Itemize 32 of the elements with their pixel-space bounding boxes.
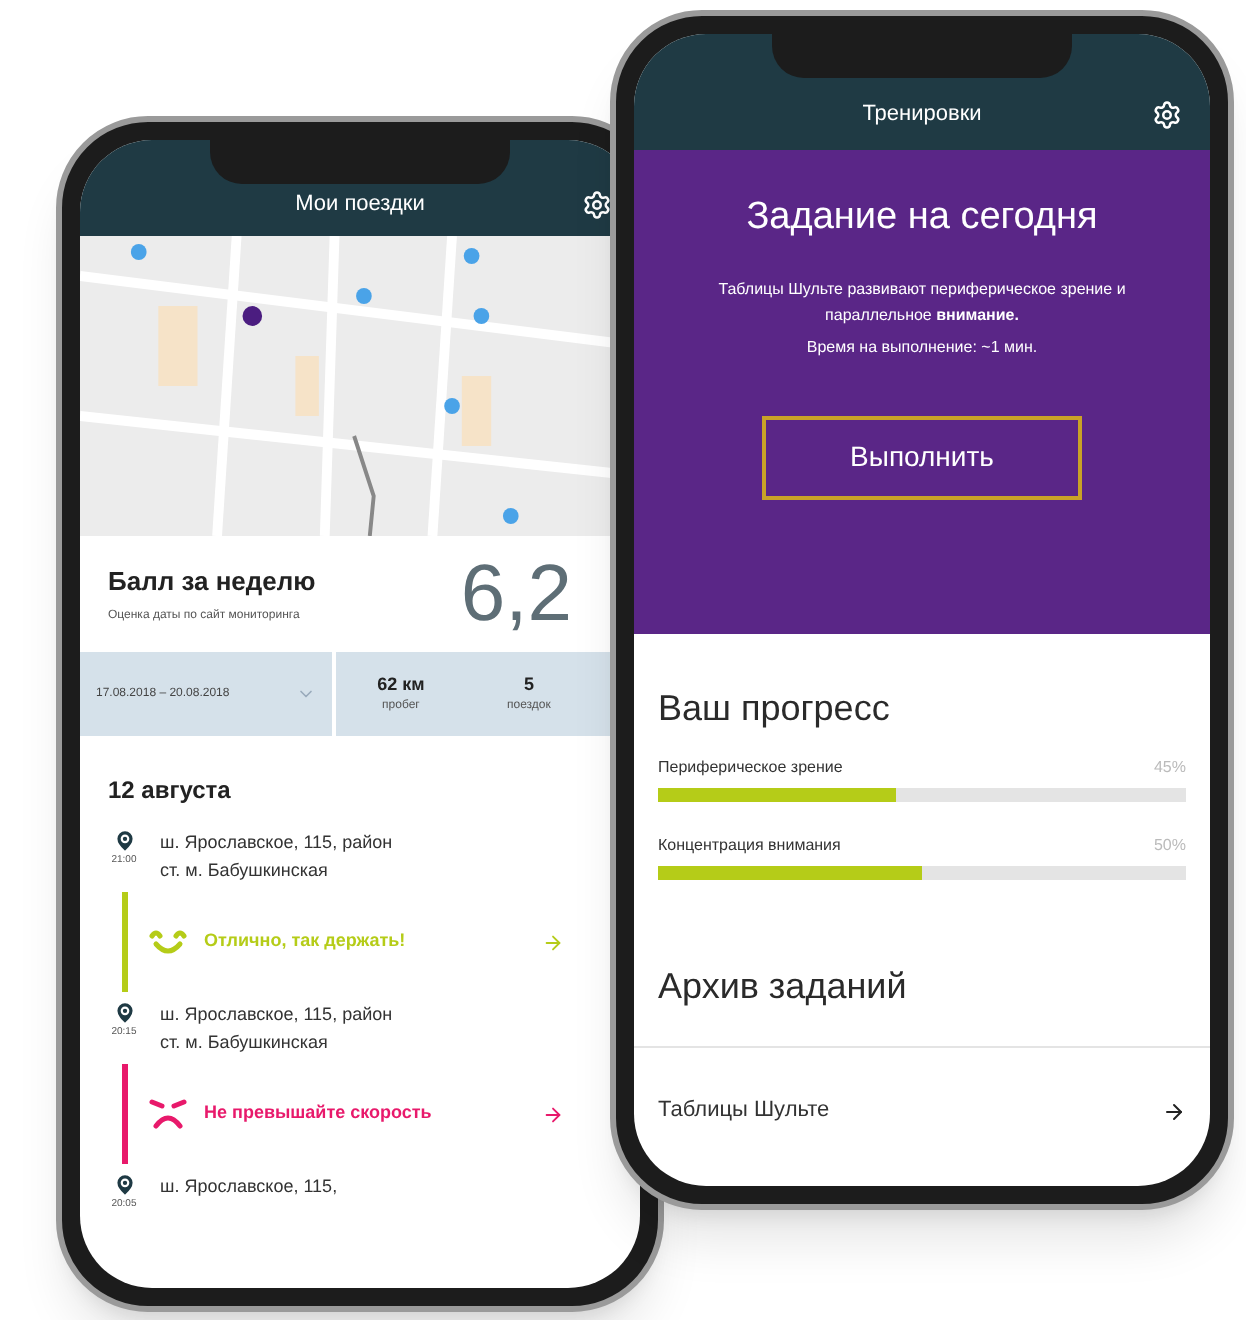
sad-face-icon — [148, 1098, 188, 1130]
smiley-face-icon — [148, 926, 188, 958]
score-title: Балл за неделю — [108, 564, 316, 601]
score-value: 6,2 — [460, 554, 572, 634]
progress-reading: 50% — [1153, 834, 1186, 858]
archive-item[interactable]: Таблицы Шульте — [634, 1046, 1210, 1174]
progress-heading: Ваш прогресс — [658, 686, 892, 732]
progress-label: Периферическое зрение — [658, 756, 843, 780]
task-time-note: Время на выполнение: ~1 мин. — [806, 335, 1038, 359]
stop-address: ш. Ярославское, 115, район ст. м. Бабушкинская — [160, 830, 395, 884]
stat-value: 62 км — [377, 671, 425, 698]
screen-title: Мои поездки — [295, 189, 425, 219]
event-message: Отлично, так держать! — [204, 928, 408, 955]
stop-address: ш. Ярославское, 115, — [160, 1174, 340, 1200]
stat-value: 5 — [523, 671, 534, 698]
map-pin-icon — [111, 828, 137, 854]
complete-button[interactable]: Выполнить — [762, 415, 1082, 499]
archive-heading: Архив заданий — [658, 964, 909, 1010]
task-description: Таблицы Шульте развивают периферическое зрение и параллельное внимание. — [716, 277, 1128, 327]
arrow-right-icon[interactable] — [542, 1103, 564, 1125]
map-pin-icon — [111, 1000, 137, 1026]
progress-label: Концентрация внимания — [658, 834, 841, 858]
settings-icon[interactable] — [582, 190, 612, 220]
stop-address: ш. Ярославское, 115, район ст. м. Бабушкинская — [160, 1002, 395, 1056]
arrow-right-icon — [1162, 1099, 1186, 1123]
progress-reading: 45% — [1153, 756, 1186, 780]
task-heading: Задание на сегодня — [746, 194, 1098, 242]
screen-title: Тренировки — [862, 99, 982, 129]
settings-icon[interactable] — [1152, 100, 1182, 130]
date-heading: 12 августа — [108, 774, 233, 808]
event-message: Не превышайте скорость — [204, 1100, 434, 1127]
map-pin-icon — [111, 1172, 137, 1198]
